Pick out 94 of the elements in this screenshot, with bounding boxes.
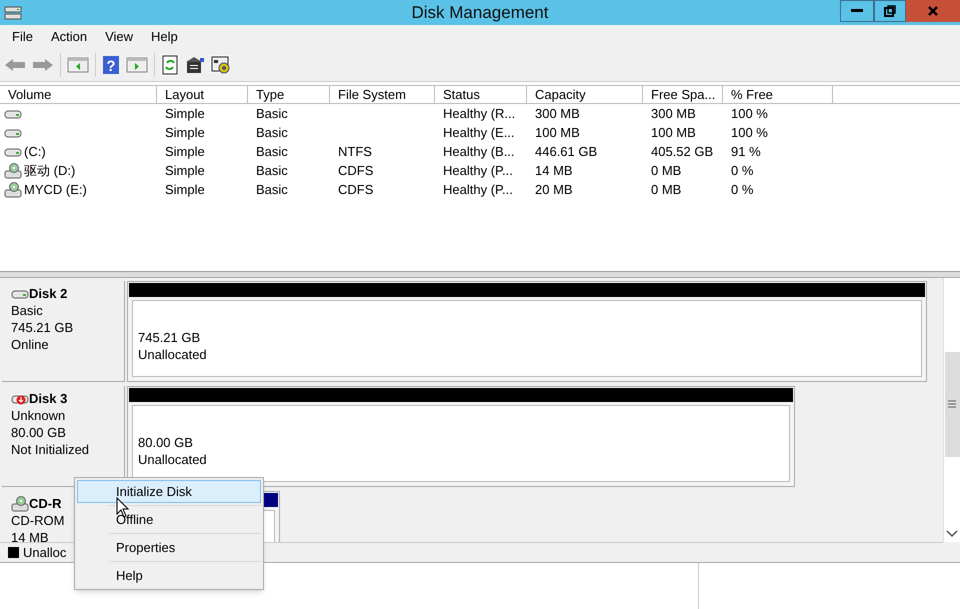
grip-icon bbox=[948, 400, 956, 408]
table-cell-text: Basic bbox=[255, 124, 289, 142]
table-cell-text: 300 MB bbox=[650, 104, 697, 123]
cd-drive-icon bbox=[4, 162, 22, 178]
disk-detail: Unknown bbox=[11, 407, 66, 424]
table-cell-text: 0 % bbox=[730, 162, 754, 180]
table-cell-text: Basic bbox=[255, 162, 289, 180]
disk-name: Disk 3 bbox=[29, 390, 68, 407]
close-button[interactable] bbox=[906, 0, 960, 22]
disk-detail: 80.00 GB bbox=[11, 424, 67, 441]
disk-detail: 745.21 GB bbox=[11, 319, 74, 336]
table-cell-text: 446.61 GB bbox=[534, 142, 598, 161]
disk-detail: Online bbox=[11, 336, 50, 353]
restore-icon bbox=[884, 5, 896, 17]
partition[interactable]: 80.00 GB Unallocated bbox=[127, 386, 795, 487]
table-cell-text: Simple bbox=[164, 162, 206, 180]
table-cell-text: Healthy (R... bbox=[442, 104, 516, 123]
menu-item[interactable]: Action bbox=[42, 26, 96, 46]
scroll-down-icon[interactable] bbox=[946, 530, 958, 538]
table-cell-text: Basic bbox=[255, 180, 289, 199]
table-cell-text: MYCD (E:) bbox=[24, 180, 87, 199]
menu-item[interactable]: Offline bbox=[77, 508, 261, 531]
table-cell-text: Simple bbox=[164, 142, 206, 161]
table-cell-text: 0 % bbox=[730, 180, 754, 199]
disk-management-icon bbox=[4, 4, 22, 20]
table-cell-text: NTFS bbox=[337, 142, 373, 161]
table-cell-text: Basic bbox=[255, 104, 289, 123]
legend-label: Unalloc bbox=[23, 544, 66, 562]
table-cell-text: Healthy (P... bbox=[442, 162, 514, 180]
column-header[interactable]: Status bbox=[435, 86, 527, 103]
menu-item[interactable]: View bbox=[97, 26, 142, 46]
table-cell-text: 0 MB bbox=[650, 162, 682, 180]
table-cell-text: CDFS bbox=[337, 162, 374, 180]
table-cell-text: CDFS bbox=[337, 180, 374, 199]
table-cell-text: Basic bbox=[255, 142, 289, 161]
cd-drive-icon bbox=[4, 182, 22, 198]
disk-info-panel[interactable]: Disk 2 Basic 745.21 GB Online bbox=[2, 281, 125, 382]
disk-detail: Not Initialized bbox=[11, 441, 90, 458]
menu-item[interactable]: Help bbox=[143, 26, 186, 46]
table-cell-text: 405.52 GB bbox=[650, 142, 714, 161]
window-title: Disk Management bbox=[410, 2, 550, 24]
disk-name: CD-R bbox=[29, 495, 62, 512]
table-cell-text: 100 MB bbox=[650, 124, 697, 142]
disk-info-panel[interactable]: Disk 3 Unknown 80.00 GB Not Initialized bbox=[2, 386, 125, 487]
table-cell-text: Simple bbox=[164, 104, 206, 123]
table-cell-text: 100 MB bbox=[534, 124, 581, 142]
table-cell-text: 20 MB bbox=[534, 180, 574, 199]
settings-icon[interactable] bbox=[211, 56, 231, 74]
table-cell-text: Simple bbox=[164, 124, 206, 142]
menu-item[interactable]: Initialize Disk bbox=[77, 480, 261, 503]
menu-item[interactable]: File bbox=[4, 26, 41, 46]
scroll-bar[interactable] bbox=[943, 278, 960, 542]
table-cell-text: 91 % bbox=[730, 142, 762, 161]
close-icon bbox=[927, 5, 939, 17]
table-cell-text: 0 MB bbox=[650, 180, 682, 199]
disk-detail: 14 MB bbox=[11, 529, 50, 542]
column-header[interactable]: File System bbox=[330, 86, 435, 103]
column-header[interactable]: Free Spa... bbox=[643, 86, 723, 103]
back-arrow-icon[interactable] bbox=[4, 58, 26, 72]
partition-label: Unallocated bbox=[138, 346, 208, 362]
menu-item[interactable]: Help bbox=[77, 564, 261, 587]
column-header[interactable]: % Free bbox=[723, 86, 833, 103]
partition-label: Unallocated bbox=[138, 450, 208, 468]
partition[interactable]: 745.21 GB Unallocated bbox=[127, 281, 927, 382]
panel-left-icon[interactable] bbox=[67, 56, 89, 72]
table-cell-text: Simple bbox=[164, 180, 206, 199]
disk-detail: Basic bbox=[11, 302, 44, 319]
refresh-icon[interactable] bbox=[161, 54, 179, 74]
column-header[interactable]: Type bbox=[248, 86, 330, 103]
column-header[interactable]: Volume bbox=[0, 86, 157, 103]
minimize-icon bbox=[851, 9, 863, 13]
cd-drive-icon bbox=[11, 496, 29, 512]
table-cell-text: 100 % bbox=[730, 124, 769, 142]
table-cell-text: Healthy (P... bbox=[442, 180, 514, 199]
table-cell-text: 100 % bbox=[730, 104, 769, 123]
panel-right-icon[interactable] bbox=[126, 56, 148, 72]
menu-item[interactable]: Properties bbox=[77, 536, 261, 559]
disk-name: Disk 2 bbox=[29, 285, 68, 302]
restore-button[interactable] bbox=[874, 0, 906, 22]
table-cell-text: 驱动 (D:) bbox=[24, 162, 76, 180]
properties-icon[interactable] bbox=[185, 56, 205, 74]
partition-size: 745.21 GB bbox=[138, 328, 202, 346]
help-icon[interactable]: ? bbox=[102, 54, 120, 74]
column-header[interactable]: Capacity bbox=[527, 86, 643, 103]
forward-arrow-icon[interactable] bbox=[32, 58, 54, 72]
minimize-button[interactable] bbox=[840, 0, 874, 22]
scroll-thumb[interactable] bbox=[944, 352, 960, 456]
table-cell-text: Healthy (E... bbox=[442, 124, 516, 142]
table-cell-text: 300 MB bbox=[534, 104, 581, 123]
column-header[interactable]: Layout bbox=[157, 86, 248, 103]
table-cell-text: 14 MB bbox=[534, 162, 574, 180]
table-cell-text: Healthy (B... bbox=[442, 142, 516, 161]
partition-size: 80.00 GB bbox=[138, 434, 194, 450]
table-cell-text: (C:) bbox=[24, 142, 46, 161]
